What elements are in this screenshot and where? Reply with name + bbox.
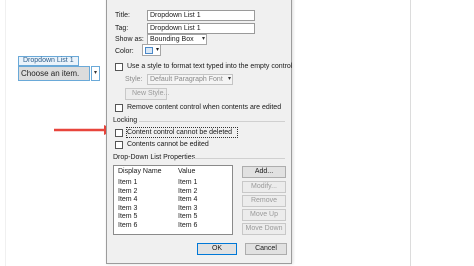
use-style-label: Use a style to format text typed into th… bbox=[127, 63, 293, 70]
page-right-margin bbox=[410, 0, 411, 266]
style-select[interactable]: Default Paragraph Font ▾ bbox=[147, 74, 233, 85]
remove-item-button[interactable]: Remove bbox=[242, 195, 286, 207]
show-as-label: Show as: bbox=[115, 36, 144, 43]
color-picker-button[interactable]: ▾ bbox=[142, 44, 161, 56]
content-control-placeholder[interactable]: Choose an item. bbox=[18, 66, 90, 81]
new-style-button-label: New Style... bbox=[132, 90, 170, 97]
content-control-dropdown-icon[interactable]: ▾ bbox=[91, 66, 100, 81]
color-label: Color: bbox=[115, 48, 134, 55]
modify-item-button[interactable]: Modify... bbox=[242, 181, 286, 193]
cannot-edit-label: Contents cannot be edited bbox=[127, 141, 209, 148]
move-down-button[interactable]: Move Down bbox=[242, 223, 286, 235]
column-header-display-name[interactable]: Display Name bbox=[118, 167, 162, 176]
paint-bucket-icon bbox=[145, 47, 153, 54]
cannot-delete-label: Content control cannot be deleted bbox=[127, 129, 233, 136]
dropdown-items-list[interactable]: Display Name Value Item 1 Item 1 Item 2 … bbox=[113, 165, 233, 235]
dialog-title-bar bbox=[109, 0, 289, 1]
chevron-down-icon: ▾ bbox=[155, 47, 159, 53]
cannot-delete-checkbox[interactable] bbox=[115, 129, 123, 137]
dropdown-properties-divider bbox=[193, 158, 285, 159]
locking-section-header: Locking bbox=[113, 117, 138, 124]
remove-when-edited-label: Remove content control when contents are… bbox=[127, 104, 282, 111]
title-label: Title: bbox=[115, 12, 130, 19]
list-item-display-name[interactable]: Item 6 bbox=[118, 221, 137, 230]
cancel-button[interactable]: Cancel bbox=[245, 243, 287, 255]
locking-divider bbox=[139, 121, 285, 122]
column-header-value[interactable]: Value bbox=[178, 167, 195, 176]
tag-label: Tag: bbox=[115, 25, 129, 32]
use-style-checkbox[interactable] bbox=[115, 63, 123, 71]
ok-button[interactable]: OK bbox=[197, 243, 237, 255]
dropdown-properties-header: Drop-Down List Properties bbox=[113, 154, 196, 161]
cannot-edit-checkbox[interactable] bbox=[115, 141, 123, 149]
list-item-value[interactable]: Item 6 bbox=[178, 221, 197, 230]
chevron-down-icon: ▾ bbox=[227, 76, 231, 82]
add-item-button[interactable]: Add... bbox=[242, 166, 286, 178]
tag-input[interactable]: Dropdown List 1 bbox=[147, 23, 255, 34]
remove-when-edited-checkbox[interactable] bbox=[115, 104, 123, 112]
style-label: Style: bbox=[125, 76, 143, 83]
chevron-down-icon: ▾ bbox=[201, 36, 205, 42]
content-control-title-tab[interactable]: Dropdown List 1 bbox=[18, 56, 79, 66]
title-input[interactable]: Dropdown List 1 bbox=[147, 10, 255, 21]
content-control-properties-dialog: Title: Dropdown List 1 Tag: Dropdown Lis… bbox=[106, 0, 292, 264]
show-as-value: Bounding Box bbox=[150, 36, 194, 43]
page-left-edge bbox=[5, 0, 6, 266]
move-up-button[interactable]: Move Up bbox=[242, 209, 286, 221]
style-value: Default Paragraph Font bbox=[150, 76, 223, 83]
